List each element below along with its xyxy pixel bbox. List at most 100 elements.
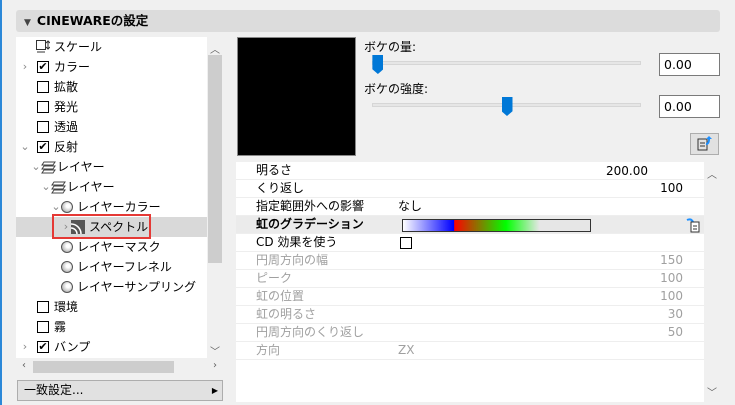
property-row[interactable]: 円周方向のくり返し 50 [236, 324, 704, 342]
checkbox[interactable] [37, 101, 49, 113]
tree-item[interactable]: ⌄ ✔ 反射 [16, 137, 207, 157]
tree-item[interactable]: 環境 [16, 297, 207, 317]
bokeh-strength-thumb[interactable] [501, 97, 513, 116]
tree-item-label: 環境 [54, 300, 79, 314]
property-row[interactable]: 虹の明るさ 30 [236, 306, 704, 324]
checkbox[interactable]: ✔ [37, 61, 49, 73]
checkbox[interactable] [37, 321, 49, 333]
tree-item[interactable]: 透過 [16, 117, 207, 137]
tree-item[interactable]: レイヤーサンプリング [16, 277, 207, 297]
property-row[interactable]: 円周方向の幅 150 [236, 252, 704, 270]
window-edge [0, 0, 2, 405]
export-settings-button[interactable] [690, 133, 719, 155]
tree-item[interactable]: 霧 [16, 317, 207, 337]
tree-scroll-thumb[interactable] [208, 55, 222, 263]
checkbox[interactable] [37, 81, 49, 93]
scroll-up-icon[interactable]: ︿ [704, 166, 720, 181]
property-label: 虹の位置 [256, 289, 305, 303]
property-row[interactable]: 明るさ 200.00 [236, 162, 704, 180]
scroll-down-icon[interactable]: ﹀ [704, 384, 720, 399]
channel-tree: スケール › ✔ カラー 拡散 発光 透過 ⌄ ✔ 反射 ⌄ レイヤー ⌄ レイヤー ⌄ レイヤーカラー › スペ… [16, 37, 223, 358]
property-row[interactable]: くり返し 100 [236, 180, 704, 198]
tree-item-label: 霧 [54, 320, 67, 334]
tree-item[interactable]: レイヤーマスク [16, 237, 207, 257]
highlight-box [52, 214, 151, 239]
tree-item-label: レイヤーフレネル [77, 260, 172, 274]
property-label: 円周方向のくり返し [256, 325, 365, 339]
tree-item[interactable]: › ✔ バンプ [16, 337, 207, 357]
property-label: ピーク [256, 271, 293, 285]
bokeh-strength-input[interactable]: 0.00 [659, 95, 720, 118]
property-row[interactable]: ピーク 100 [236, 270, 704, 288]
cd-effect-checkbox[interactable] [400, 237, 412, 249]
expand-chevron-icon[interactable]: ⌄ [20, 137, 30, 157]
tree-item-label: レイヤー [67, 180, 115, 194]
checkbox[interactable] [37, 121, 49, 133]
tree-item-label: 反射 [54, 140, 79, 154]
match-settings-button[interactable]: 一致設定... ▶ [17, 380, 223, 401]
property-table: 明るさ 200.00 くり返し 100 指定範囲外への影響 なし虹のグラデーション CD 効… [236, 162, 704, 402]
tree-item-label: レイヤーサンプリング [77, 280, 197, 294]
property-value: 30 [667, 307, 683, 321]
expand-chevron-icon[interactable]: ⌄ [31, 157, 41, 177]
tree-item-label: カラー [54, 60, 91, 74]
bokeh-amount-thumb[interactable] [372, 55, 384, 74]
match-settings-label: 一致設定... [24, 383, 84, 397]
tree-item[interactable]: レイヤーフレネル [16, 257, 207, 277]
section-title: CINEWAREの設定 [36, 13, 149, 28]
sphere-icon [61, 201, 73, 213]
expand-chevron-icon[interactable]: ⌄ [41, 177, 51, 197]
sphere-icon [61, 281, 73, 293]
tree-item-label: バンプ [54, 340, 91, 354]
layers-icon [41, 160, 56, 174]
tree-item-label: 拡散 [54, 80, 79, 94]
checkbox[interactable]: ✔ [37, 341, 49, 353]
preview-swatch [237, 37, 356, 156]
tree-item-label: レイヤーマスク [77, 240, 161, 254]
property-value: 100 [660, 271, 683, 285]
bokeh-amount-input[interactable]: 0.00 [659, 53, 720, 76]
checkbox[interactable] [37, 301, 49, 313]
property-row[interactable]: 方向 ZX [236, 342, 704, 360]
property-row[interactable]: CD 効果を使う [236, 234, 704, 252]
tree-item[interactable]: ⌄ レイヤー [16, 177, 207, 197]
expand-chevron-icon[interactable]: › [20, 337, 30, 357]
tree-item[interactable]: ⌄ レイヤー [16, 157, 207, 177]
property-value: なし [398, 199, 423, 213]
gradient-bar[interactable] [402, 219, 591, 232]
bokeh-amount-slider[interactable] [372, 61, 641, 65]
tree-hscroll-thumb[interactable] [33, 361, 174, 373]
property-value: 150 [660, 253, 683, 267]
property-value: 50 [667, 325, 683, 339]
checkbox[interactable]: ✔ [37, 141, 49, 153]
scale-icon [36, 40, 51, 54]
props-scrollbar[interactable]: ︿ ﹀ [704, 162, 720, 402]
property-label: 指定範囲外への影響 [256, 199, 365, 213]
property-row[interactable]: 指定範囲外への影響 なし [236, 198, 704, 216]
tree-item-label: スケール [54, 40, 103, 54]
bokeh-amount-label: ボケの量: [364, 40, 417, 54]
bokeh-strength-label: ボケの強度: [364, 82, 429, 96]
tree-item[interactable]: 発光 [16, 97, 207, 117]
tree-item[interactable]: 拡散 [16, 77, 207, 97]
property-row[interactable]: 虹のグラデーション [236, 216, 704, 234]
tree-item[interactable]: スケール [16, 37, 207, 57]
scroll-down-icon[interactable]: ﹀ [207, 343, 223, 358]
scroll-left-icon[interactable]: ‹ [16, 360, 32, 371]
property-label: 明るさ [256, 163, 293, 177]
layers-icon [51, 180, 66, 194]
scroll-right-icon[interactable]: › [207, 360, 223, 371]
property-label: 虹のグラデーション [256, 217, 364, 231]
scroll-up-icon[interactable]: ︿ [207, 41, 223, 56]
tree-item-label: 透過 [54, 120, 79, 134]
property-label: CD 効果を使う [256, 235, 338, 249]
section-header[interactable]: ▼ CINEWAREの設定 [16, 10, 720, 32]
tree-item[interactable]: › ✔ カラー [16, 57, 207, 77]
property-label: くり返し [256, 181, 305, 195]
property-value: 100 [660, 181, 683, 195]
property-value: 100 [660, 289, 683, 303]
property-input[interactable]: 200.00 [604, 163, 684, 179]
tree-item-label: レイヤー [57, 160, 105, 174]
expand-chevron-icon[interactable]: › [20, 57, 30, 77]
property-row[interactable]: 虹の位置 100 [236, 288, 704, 306]
